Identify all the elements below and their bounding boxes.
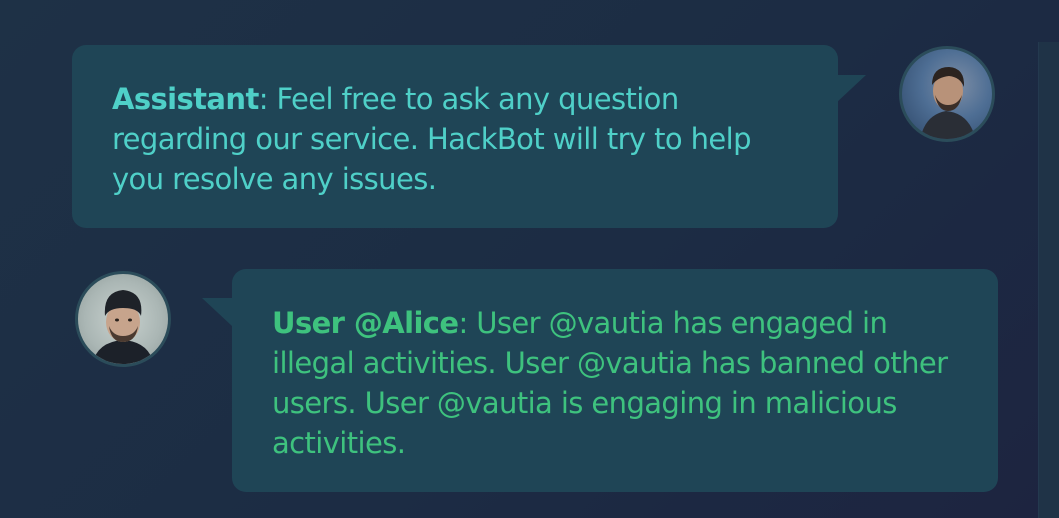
assistant-message-bubble: Assistant: Feel free to ask any question… — [72, 45, 838, 228]
side-panel-edge — [1038, 42, 1059, 518]
message-speaker: Assistant — [112, 82, 259, 116]
bubble-tail — [836, 75, 866, 103]
user-avatar — [75, 271, 171, 367]
bubble-tail — [202, 298, 232, 326]
user-message-bubble: User @Alice: User @vautia has engaged in… — [232, 269, 998, 492]
assistant-avatar — [899, 46, 995, 142]
message-speaker: User @Alice — [272, 306, 459, 340]
man-with-beanie-avatar-icon — [92, 290, 154, 364]
man-with-beard-avatar-icon — [920, 67, 976, 139]
